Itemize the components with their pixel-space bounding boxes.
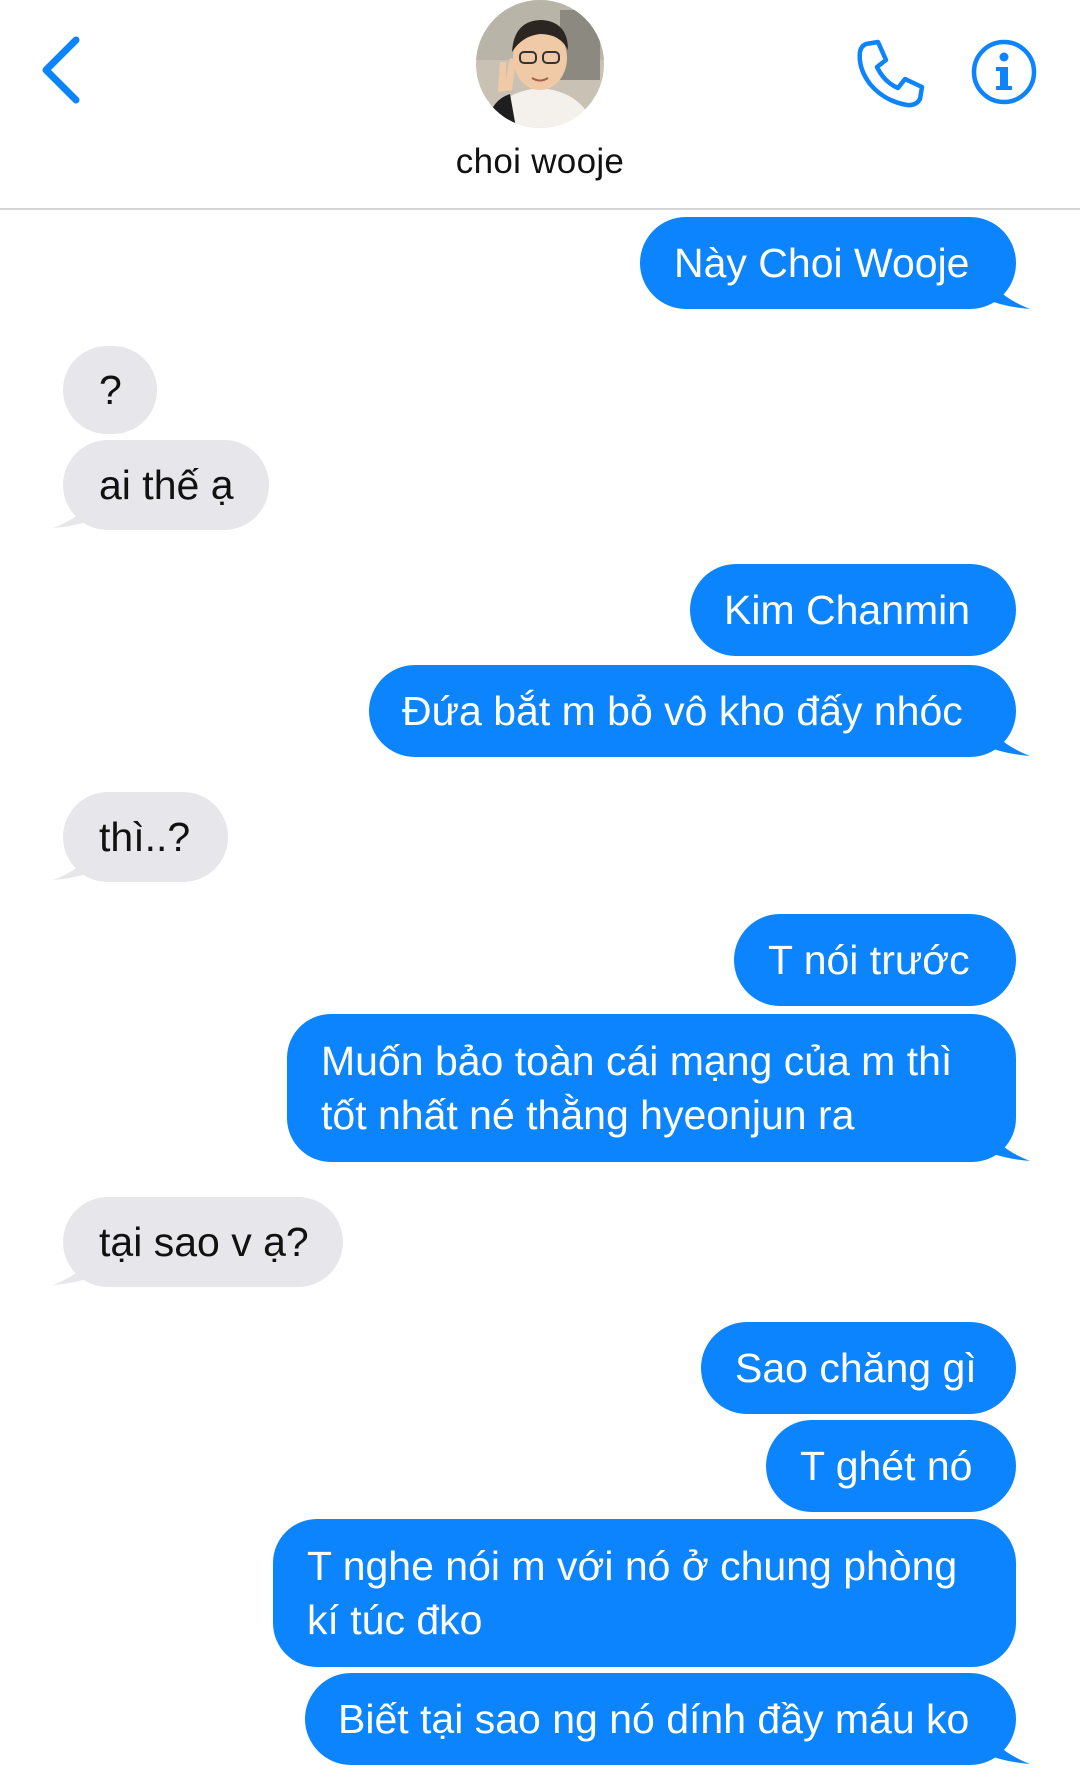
back-button[interactable] bbox=[30, 30, 100, 110]
message-text: thì..? bbox=[99, 814, 191, 860]
message-text: Đứa bắt m bỏ vô kho đấy nhóc bbox=[402, 688, 963, 734]
message-bubble-sent[interactable]: T nghe nói m với nó ở chung phòng kí túc… bbox=[273, 1519, 1016, 1667]
avatar-photo bbox=[476, 0, 604, 128]
bubble-tail-received bbox=[53, 1247, 97, 1285]
chevron-left-icon bbox=[42, 36, 80, 104]
bubble-tail-sent bbox=[986, 271, 1030, 309]
message-text: Này Choi Wooje bbox=[674, 240, 970, 286]
message-text: T nghe nói m với nó ở chung phòng kí túc… bbox=[307, 1543, 958, 1643]
message-bubble-sent[interactable]: Kim Chanmin bbox=[690, 564, 1016, 656]
message-bubble-sent[interactable]: T nói trước bbox=[734, 914, 1016, 1006]
bubble-tail-sent bbox=[986, 1726, 1030, 1764]
call-button[interactable] bbox=[852, 36, 928, 112]
message-text: Kim Chanmin bbox=[724, 587, 971, 633]
message-text: tại sao v ạ? bbox=[99, 1219, 309, 1265]
message-bubble-sent[interactable]: Đứa bắt m bỏ vô kho đấy nhóc bbox=[369, 665, 1016, 757]
message-bubble-sent[interactable]: Muốn bảo toàn cái mạng của m thì tốt nhấ… bbox=[287, 1014, 1016, 1162]
info-icon bbox=[971, 39, 1037, 105]
conversation-header: choi wooje bbox=[0, 0, 1080, 210]
bubble-tail-sent bbox=[986, 718, 1030, 756]
message-text: Sao chăng gì bbox=[735, 1345, 977, 1391]
phone-icon bbox=[857, 39, 925, 108]
message-bubble-sent[interactable]: T ghét nó bbox=[766, 1420, 1016, 1512]
message-bubble-sent[interactable]: Này Choi Wooje bbox=[640, 217, 1016, 309]
message-bubble-sent[interactable]: Biết tại sao ng nó dính đầy máu ko bbox=[305, 1673, 1016, 1765]
message-bubble-received[interactable]: ? bbox=[63, 346, 157, 434]
info-button[interactable] bbox=[970, 38, 1038, 106]
message-text: Muốn bảo toàn cái mạng của m thì tốt nhấ… bbox=[321, 1038, 953, 1138]
message-bubble-received[interactable]: tại sao v ạ? bbox=[63, 1197, 343, 1287]
contact-avatar[interactable] bbox=[476, 0, 604, 128]
bubble-tail-received bbox=[53, 842, 97, 880]
message-bubble-sent[interactable]: Sao chăng gì bbox=[701, 1322, 1016, 1414]
message-text: ? bbox=[99, 367, 122, 413]
message-text: ai thế ạ bbox=[99, 462, 234, 508]
message-text: T ghét nó bbox=[800, 1443, 973, 1489]
message-text: T nói trước bbox=[768, 937, 970, 983]
bubble-tail-received bbox=[53, 490, 97, 528]
message-text: Biết tại sao ng nó dính đầy máu ko bbox=[338, 1696, 970, 1742]
bubble-tail-sent bbox=[986, 1123, 1030, 1161]
contact-name[interactable]: choi wooje bbox=[0, 142, 1080, 182]
